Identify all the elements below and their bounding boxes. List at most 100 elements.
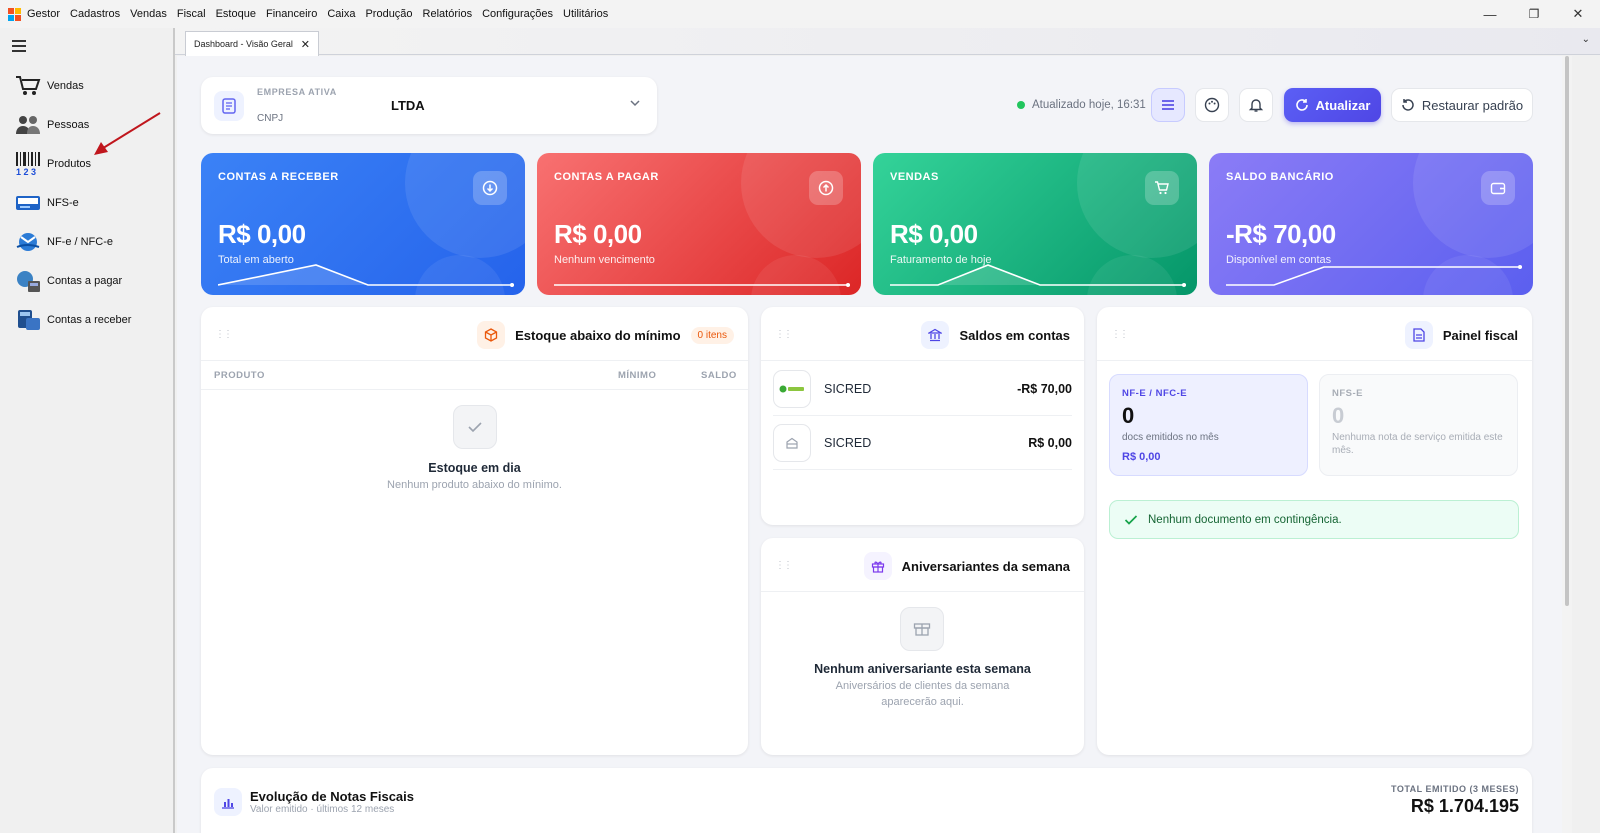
birthdays-panel-header: Aniversariantes da semana — [863, 552, 1070, 580]
balances-panel: ⋮⋮ Saldos em contas SICRED -R$ 70,00 SIC… — [761, 307, 1084, 525]
stock-panel: ⋮⋮ Estoque abaixo do mínimo 0 itens PROD… — [201, 307, 748, 755]
restore-defaults-button[interactable]: Restaurar padrão — [1391, 88, 1533, 122]
bank-name: SICRED — [824, 382, 872, 396]
sidebar-item-nfse[interactable]: NFS-e — [14, 188, 79, 218]
sidebar-item-contas-receber[interactable]: Contas a receber — [14, 305, 131, 335]
cart-icon — [14, 72, 42, 100]
title-bar: Gestor Cadastros Vendas Fiscal Estoque F… — [0, 0, 1600, 28]
bank-account-row[interactable]: SICRED -R$ 70,00 — [773, 365, 1072, 413]
balances-panel-header: Saldos em contas — [921, 321, 1070, 349]
kpi-title: CONTAS A RECEBER — [218, 171, 339, 183]
refresh-label: Atualizar — [1315, 97, 1371, 113]
kpi-value: R$ 0,00 — [554, 219, 642, 249]
stock-title: Estoque abaixo do mínimo — [515, 327, 681, 343]
total-emitted-label: TOTAL EMITIDO (3 MESES) — [1390, 784, 1519, 794]
nfe-summary-card[interactable]: NF-E / NFC-E 0 docs emitidos no mês R$ 0… — [1109, 374, 1308, 476]
kpi-vendas[interactable]: VENDAS R$ 0,00 Faturamento de hoje — [873, 153, 1197, 295]
birthdays-empty-title: Nenhum aniversariante esta semana — [814, 662, 1031, 676]
stock-empty-subtitle: Nenhum produto abaixo do mínimo. — [387, 479, 562, 491]
nfse-summary-card[interactable]: NFS-E 0 Nenhuma nota de serviço emitida … — [1319, 374, 1518, 476]
col-header-minimo: MÍNIMO — [618, 370, 657, 381]
hamburger-menu-icon[interactable] — [12, 40, 26, 55]
sidebar-item-pessoas[interactable]: Pessoas — [14, 110, 89, 140]
sidebar-item-label: Vendas — [47, 80, 84, 92]
chevron-down-icon — [630, 100, 640, 107]
close-window-button[interactable]: ✕ — [1556, 0, 1600, 28]
online-dot-icon — [1017, 101, 1025, 109]
nfe-label: NF-E / NFC-E — [1122, 388, 1188, 399]
bank-balance: -R$ 70,00 — [1017, 382, 1072, 396]
sidebar-item-nfe[interactable]: NF-e / NFC-e — [14, 227, 113, 257]
drag-handle-icon[interactable]: ⋮⋮ — [215, 329, 233, 340]
menu-estoque[interactable]: Estoque — [211, 8, 261, 20]
close-tab-icon[interactable]: ✕ — [301, 38, 310, 51]
company-selector[interactable]: EMPRESA ATIVA CNPJ LTDA — [201, 77, 657, 134]
menu-producao[interactable]: Produção — [360, 8, 417, 20]
chevron-down-icon[interactable]: ⌄ — [1582, 34, 1590, 45]
col-header-saldo: SALDO — [701, 370, 737, 381]
tab-dashboard[interactable]: Dashboard - Visão Geral ✕ — [185, 31, 319, 56]
nfe-value: R$ 0,00 — [1122, 451, 1161, 463]
sidebar-item-contas-pagar[interactable]: Contas a pagar — [14, 266, 122, 296]
drag-handle-icon[interactable]: ⋮⋮ — [1111, 329, 1129, 340]
sidebar-item-produtos[interactable]: 1 2 3 Produtos — [14, 149, 91, 179]
sparkline — [554, 283, 850, 287]
update-status: Atualizado hoje, 16:31 — [1017, 99, 1146, 111]
sidebar-item-label: NF-e / NFC-e — [47, 236, 113, 248]
birthdays-panel: ⋮⋮ Aniversariantes da semana Nenhum aniv… — [761, 538, 1084, 755]
menu-caixa[interactable]: Caixa — [322, 8, 360, 20]
menu-vendas[interactable]: Vendas — [125, 8, 172, 20]
arrow-down-circle-icon — [473, 171, 507, 205]
file-text-icon — [1404, 321, 1433, 349]
evolution-subtitle: Valor emitido · últimos 12 meses — [250, 804, 395, 815]
list-view-button[interactable] — [1151, 88, 1185, 122]
sicredi-logo-icon — [773, 370, 811, 408]
company-name: LTDA — [391, 98, 425, 113]
arrow-up-circle-icon — [809, 171, 843, 205]
balances-title: Saldos em contas — [959, 327, 1070, 343]
svg-text:1 2 3: 1 2 3 — [16, 167, 36, 176]
gift-icon — [863, 552, 892, 580]
menu-fiscal[interactable]: Fiscal — [172, 8, 211, 20]
col-header-produto: PRODUTO — [214, 370, 265, 381]
bank-icon — [921, 321, 950, 349]
menu-relatorios[interactable]: Relatórios — [418, 8, 478, 20]
sidebar-item-vendas[interactable]: Vendas — [14, 71, 84, 101]
fiscal-panel-header: Painel fiscal — [1404, 321, 1518, 349]
kpi-contas-pagar[interactable]: CONTAS A PAGAR R$ 0,00 Nenhum vencimento — [537, 153, 861, 295]
document-icon — [214, 91, 244, 121]
wallet-icon — [1481, 171, 1515, 205]
app-title: Gestor — [27, 8, 61, 20]
kpi-title: SALDO BANCÁRIO — [1226, 171, 1334, 183]
menu-configuracoes[interactable]: Configurações — [477, 8, 558, 20]
receivables-icon — [14, 306, 42, 334]
birthdays-title: Aniversariantes da semana — [901, 558, 1070, 574]
sidebar-item-label: Pessoas — [47, 119, 90, 131]
contingency-text: Nenhum documento em contingência. — [1148, 513, 1342, 526]
gift-box-icon — [900, 607, 944, 651]
tab-label: Dashboard - Visão Geral — [194, 39, 293, 49]
refresh-button[interactable]: Atualizar — [1284, 88, 1381, 122]
refresh-icon — [1295, 99, 1308, 111]
notifications-button[interactable] — [1239, 88, 1273, 122]
menu-utilitarios[interactable]: Utilitários — [558, 8, 613, 20]
menu-lines-icon — [1162, 100, 1174, 110]
kpi-value: -R$ 70,00 — [1226, 219, 1336, 249]
maximize-button[interactable]: ❐ — [1512, 0, 1556, 28]
kpi-value: R$ 0,00 — [218, 219, 306, 249]
kpi-contas-receber[interactable]: CONTAS A RECEBER R$ 0,00 Total em aberto — [201, 153, 525, 295]
drag-handle-icon[interactable]: ⋮⋮ — [775, 329, 793, 340]
total-emitted-value: R$ 1.704.195 — [1410, 796, 1519, 816]
minimize-button[interactable]: — — [1468, 0, 1512, 28]
menu-financeiro[interactable]: Financeiro — [261, 8, 322, 20]
drag-handle-icon[interactable]: ⋮⋮ — [775, 560, 793, 571]
check-icon — [1124, 514, 1138, 525]
theme-button[interactable] — [1195, 88, 1229, 122]
nfse-label: NFS-E — [1332, 388, 1363, 399]
bank-account-row[interactable]: SICRED R$ 0,00 — [773, 419, 1072, 467]
vertical-scrollbar[interactable] — [1562, 56, 1572, 833]
stock-empty-title: Estoque em dia — [428, 461, 521, 475]
menu-cadastros[interactable]: Cadastros — [65, 8, 125, 20]
sidebar-item-label: Contas a receber — [47, 314, 132, 326]
kpi-saldo-bancario[interactable]: SALDO BANCÁRIO -R$ 70,00 Disponível em c… — [1209, 153, 1533, 295]
